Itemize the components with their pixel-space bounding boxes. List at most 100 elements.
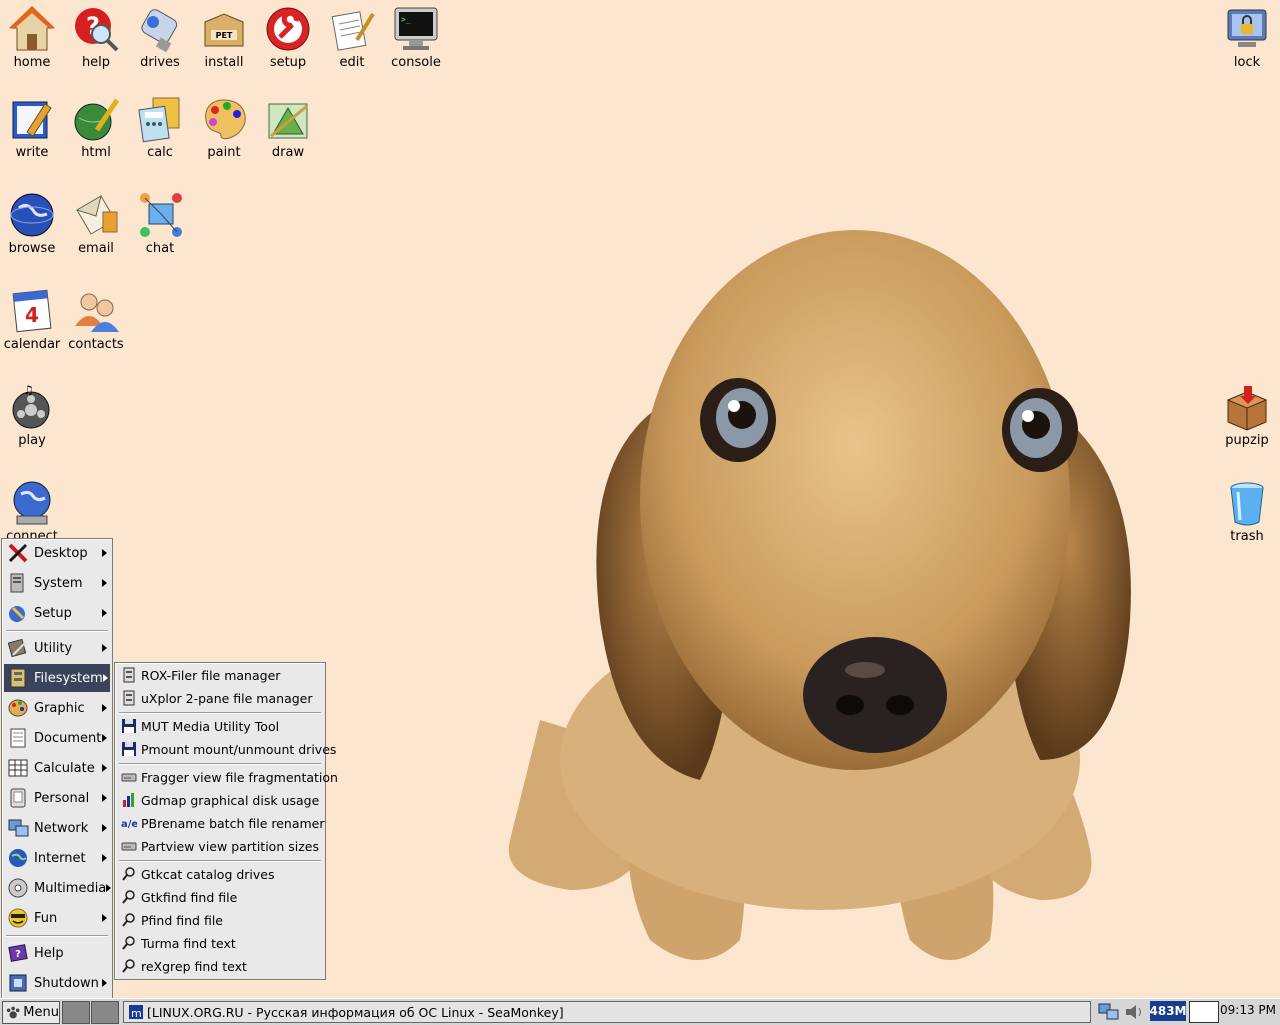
trash-bin-icon	[1230, 482, 1264, 526]
menu-item-calculate[interactable]: Calculate	[4, 754, 110, 782]
start-menu-button[interactable]: Menu	[2, 1001, 60, 1024]
desktop-icon-write[interactable]: write	[0, 94, 64, 160]
desktop-icon-calc[interactable]: calc	[128, 94, 192, 160]
submenu-item-fragger[interactable]: Fragger view file fragmentation	[117, 766, 338, 788]
desktop-icon-install[interactable]: PET install	[192, 4, 256, 70]
lock-screen-icon	[1227, 9, 1267, 47]
desktop-icon-calendar[interactable]: 4 calendar	[0, 286, 64, 352]
menu-item-network[interactable]: Network	[4, 814, 110, 842]
setup-wizard-icon	[9, 606, 25, 622]
pager-desktop-1[interactable]	[62, 1001, 90, 1024]
submenu-item-pbrename[interactable]: a/e PBrename batch file renamer	[117, 812, 325, 834]
menu-item-filesystem[interactable]: Filesystem	[4, 664, 110, 692]
submenu-item-partview[interactable]: Partview view partition sizes	[117, 835, 323, 857]
menu-item-personal[interactable]: Personal	[4, 784, 110, 812]
menu-label-internet: Internet	[34, 850, 86, 866]
desktop-icon-chat[interactable]: chat	[128, 190, 192, 256]
svg-text:m: m	[131, 1007, 142, 1020]
notepad-pencil-icon	[331, 11, 375, 51]
submenu-item-rexgrep[interactable]: reXgrep find text	[117, 955, 323, 977]
submenu-item-gtkfind[interactable]: Gtkfind find file	[117, 886, 323, 908]
volume-icon[interactable]	[1124, 1003, 1146, 1021]
menu-item-multimedia[interactable]: Multimedia	[4, 874, 112, 902]
menu-item-utility[interactable]: Utility	[4, 634, 110, 662]
submenu-item-turma[interactable]: Turma find text	[117, 932, 323, 954]
setup-label: setup	[269, 55, 307, 70]
desktop-icon-paint[interactable]: paint	[192, 94, 256, 160]
paint-label: paint	[207, 145, 241, 160]
connect-globe-icon	[13, 481, 51, 525]
submenu-item-pfind[interactable]: Pfind find file	[117, 909, 323, 931]
contacts-people-icon	[75, 293, 119, 332]
desktop-icon-trash[interactable]: trash	[1215, 478, 1279, 544]
menu-label-setup: Setup	[34, 605, 72, 621]
desktop-icon-html[interactable]: html	[64, 94, 128, 160]
submenu-label: uXplor 2-pane file manager	[141, 690, 313, 706]
submenu-label: ROX-Filer file manager	[141, 667, 281, 683]
menu-item-desktop[interactable]: Desktop	[4, 539, 110, 567]
package-box-icon	[1226, 386, 1268, 431]
menu-button-label: Menu	[23, 1005, 59, 1020]
seamonkey-icon: m	[129, 1005, 143, 1020]
window-title: [LINUX.ORG.RU - Русская информация об ОС…	[147, 1004, 564, 1020]
submenu-item-uxplor[interactable]: uXplor 2-pane file manager	[117, 687, 323, 709]
menu-label-shutdown: Shutdown	[34, 975, 99, 991]
filesystem-icon	[10, 668, 26, 688]
palette-icon	[205, 99, 246, 140]
menu-item-internet[interactable]: Internet	[4, 844, 110, 872]
submenu-arrow-icon	[102, 824, 107, 832]
desktop-icon-home[interactable]: home	[0, 4, 64, 70]
menu-item-fun[interactable]: Fun	[4, 904, 110, 932]
chat-network-icon	[140, 193, 182, 237]
network-tray-icon[interactable]	[1098, 1003, 1120, 1021]
menu-item-help[interactable]: ? Help	[4, 939, 110, 967]
svg-text:4: 4	[25, 303, 39, 327]
menu-label-desktop: Desktop	[34, 545, 88, 561]
submenu-item-gdmap[interactable]: Gdmap graphical disk usage	[117, 789, 323, 811]
desktop-icon-console[interactable]: >_ console	[384, 4, 448, 70]
file-manager-icon	[123, 667, 135, 683]
desktop-icon-setup[interactable]: setup	[256, 4, 320, 70]
submenu-item-gtkcat[interactable]: Gtkcat catalog drives	[117, 863, 323, 885]
desktop-icon-edit[interactable]: edit	[320, 4, 384, 70]
svg-text:?: ?	[15, 949, 21, 960]
desktop-icon-drives[interactable]: drives	[128, 4, 192, 70]
usb-drive-icon	[141, 9, 178, 53]
submenu-item-rox-filer[interactable]: ROX-Filer file manager	[117, 664, 323, 686]
submenu-label: Partview view partition sizes	[141, 838, 319, 854]
pet-box-icon: PET	[204, 13, 244, 47]
browse-label: browse	[8, 241, 56, 256]
desktop-icon-pupzip[interactable]: pupzip	[1215, 382, 1279, 448]
setup-wrench-icon	[266, 7, 310, 51]
menu-item-shutdown[interactable]: Shutdown	[4, 969, 110, 997]
lock-label: lock	[1233, 55, 1261, 70]
desktop-icon-email[interactable]: email	[64, 190, 128, 256]
desktop-icon-browse[interactable]: browse	[0, 190, 64, 256]
desktop-icon-help[interactable]: ? help	[64, 4, 128, 70]
submenu-item-pmount[interactable]: Pmount mount/unmount drives	[117, 738, 336, 760]
submenu-item-mut[interactable]: MUT Media Utility Tool	[117, 715, 323, 737]
floppy-icon	[122, 742, 136, 756]
menu-label-personal: Personal	[34, 790, 90, 806]
desktop-icon-lock[interactable]: lock	[1215, 4, 1279, 70]
menu-item-graphic[interactable]: Graphic	[4, 694, 110, 722]
clock[interactable]: 09:13 PM	[1220, 1003, 1276, 1017]
menu-label-document: Document	[34, 730, 102, 746]
bar-chart-icon	[123, 793, 134, 807]
submenu-arrow-icon	[102, 674, 108, 682]
desktop-icon-contacts[interactable]: contacts	[64, 286, 128, 352]
menu-item-system[interactable]: System	[4, 569, 110, 597]
menu-item-document[interactable]: Document	[4, 724, 110, 752]
submenu-label: Pfind find file	[141, 912, 223, 928]
menu-item-setup[interactable]: Setup	[4, 599, 110, 627]
desktop-icon-draw[interactable]: draw	[256, 94, 320, 160]
desktop-icon-play[interactable]: ♫ play	[0, 382, 64, 448]
help-magnifier-icon: ?	[75, 8, 119, 52]
menu-label-multimedia: Multimedia	[34, 880, 107, 896]
draw-label: draw	[271, 145, 305, 160]
submenu-label: Gtkfind find file	[141, 889, 238, 905]
pager-desktop-2[interactable]	[91, 1001, 119, 1024]
taskbar-window-button[interactable]: m [LINUX.ORG.RU - Русская информация об …	[123, 1001, 1091, 1023]
contacts-label: contacts	[68, 337, 124, 352]
desktop-icon-connect[interactable]: connect	[0, 478, 64, 544]
